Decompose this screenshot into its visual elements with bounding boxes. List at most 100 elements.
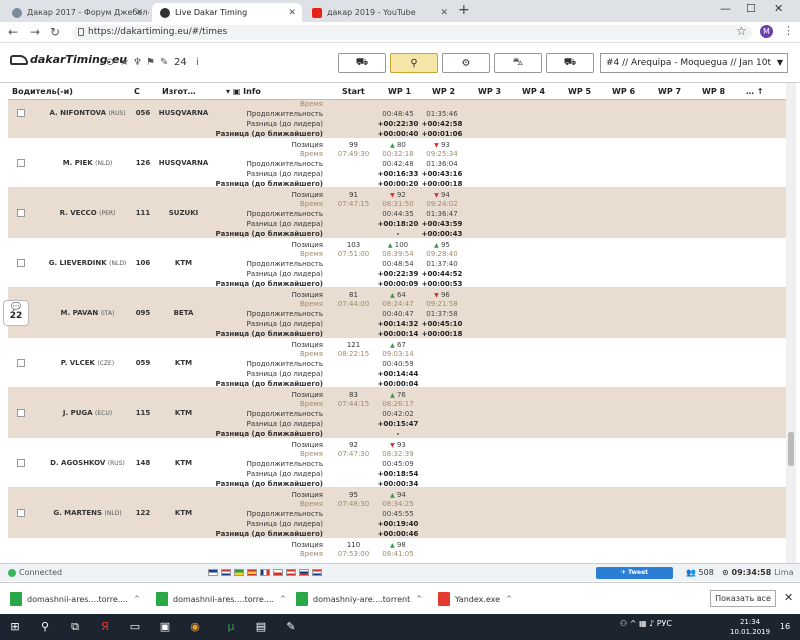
flag-icon[interactable] — [247, 569, 257, 576]
header-wp8[interactable]: WP 8 — [702, 87, 725, 96]
tab-close-icon[interactable]: ✕ — [135, 8, 143, 18]
back-icon[interactable]: ← — [8, 25, 18, 39]
forward-icon[interactable]: → — [30, 25, 40, 39]
search-icon[interactable]: ⚲ — [36, 618, 54, 636]
flag-icon[interactable]: ⚑ — [146, 57, 155, 68]
row-checkbox[interactable] — [17, 509, 25, 517]
tweet-button[interactable]: ✈ Tweet #DakarTiming — [596, 567, 673, 588]
truck-category-button[interactable]: ⛟ — [546, 53, 594, 73]
flag-icon[interactable] — [273, 569, 283, 576]
header-more[interactable]: … ↑ — [746, 87, 764, 96]
minimize-icon[interactable]: — — [720, 2, 731, 15]
moto-category-button[interactable]: ⚲ — [390, 53, 438, 73]
utorrent-icon[interactable]: μ — [222, 618, 240, 636]
flag-icon[interactable] — [234, 569, 244, 576]
header-wp5[interactable]: WP 5 — [568, 87, 591, 96]
volume-icon[interactable]: ♪ — [649, 619, 654, 628]
download-item[interactable]: domashniy-are....torrent ^ — [296, 591, 422, 607]
scrollbar[interactable] — [786, 83, 796, 563]
header-driver[interactable]: Водитель(-и) — [12, 87, 73, 96]
download-item[interactable]: domashnii-ares....torre.... ^ — [10, 591, 140, 607]
table-row[interactable]: DR. NOGALES COPA (BOL)066KTMПозицияВремя… — [8, 538, 786, 558]
header-wp3[interactable]: WP 3 — [478, 87, 501, 96]
url-input[interactable]: https://dakartiming.eu/#/times — [72, 25, 752, 40]
quad-category-button[interactable]: ⚙ — [442, 53, 490, 73]
row-checkbox[interactable] — [17, 159, 25, 167]
chevron-up-icon[interactable]: ^ — [506, 595, 512, 603]
header-manufacturer[interactable]: Изгот… — [162, 87, 196, 96]
header-wp1[interactable]: WP 1 — [388, 87, 411, 96]
download-item[interactable]: Yandex.exe ^ — [438, 591, 512, 607]
header-wp4[interactable]: WP 4 — [522, 87, 545, 96]
star-icon[interactable]: ★ — [120, 57, 129, 68]
maximize-icon[interactable]: ☐ — [746, 2, 756, 15]
table-row[interactable]: P. VLCEK (CZE) 059 KTM Позиция Время Продолжи… — [8, 338, 786, 388]
taskbar-clock[interactable]: 21:34 10.01.2019 — [730, 617, 770, 637]
yandex-browser-icon[interactable]: Я — [96, 618, 114, 636]
store-icon[interactable]: ▣ — [156, 618, 174, 636]
browser-tab-live-dakar-timing[interactable]: Live Dakar Timing ✕ — [152, 3, 302, 22]
header-number[interactable]: C — [134, 87, 140, 96]
header-start[interactable]: Start — [342, 87, 365, 96]
chevron-up-icon[interactable]: ^ — [280, 595, 286, 603]
sxs-category-button[interactable]: ⛍ — [494, 53, 542, 73]
window-close-icon[interactable]: ✕ — [774, 2, 783, 15]
table-row[interactable]: G. LIEVERDINK (NLD) 106 KTM Позиция Время Про… — [8, 238, 786, 288]
browser-tab-forum[interactable]: Дакар 2017 - Форум Джебел-хол ✕ — [4, 3, 149, 22]
browser-tab-youtube[interactable]: дакар 2019 - YouTube ✕ — [304, 3, 454, 22]
windows-start-icon[interactable]: ⊞ — [6, 618, 24, 636]
profile-avatar[interactable]: M — [760, 25, 773, 38]
reload-icon[interactable]: ↻ — [50, 25, 60, 39]
close-download-bar-icon[interactable]: ✕ — [784, 591, 793, 604]
bookmark-star-icon[interactable]: ☆ — [736, 24, 747, 38]
clock-icon[interactable]: ⊙ — [106, 57, 114, 68]
table-row[interactable]: J. PUGA (ECU) 115 KTM Позиция Время Продолжит… — [8, 388, 786, 438]
header-wp6[interactable]: WP 6 — [612, 87, 635, 96]
show-all-downloads-button[interactable]: Показать все — [710, 590, 776, 607]
chevron-up-icon[interactable]: ^ — [134, 595, 140, 603]
notifications-icon[interactable]: 16 — [776, 618, 794, 636]
download-item[interactable]: domashnii-ares....torre.... ^ — [156, 591, 286, 607]
language-indicator[interactable]: РУС — [657, 619, 672, 628]
chrome-icon[interactable]: ◉ — [186, 618, 204, 636]
flag-icon[interactable] — [299, 569, 309, 576]
trophy-icon[interactable]: ♆ — [133, 57, 142, 68]
flag-icon[interactable] — [260, 569, 270, 576]
chevron-up-icon[interactable]: ^ — [630, 619, 637, 628]
paint-icon[interactable]: ✎ — [282, 618, 300, 636]
header-wp7[interactable]: WP 7 — [658, 87, 681, 96]
chevron-up-icon[interactable]: ^ — [416, 595, 422, 603]
chat-icon[interactable]: ✎ — [160, 57, 168, 68]
network-icon[interactable]: ▦ — [639, 619, 647, 628]
folder-icon[interactable]: ▭ — [126, 618, 144, 636]
new-tab-button[interactable]: + — [458, 2, 470, 18]
table-row[interactable]: G. MARTENS (NLD) 122 KTM Позиция Время Продол… — [8, 488, 786, 538]
info-icon[interactable]: i — [196, 57, 199, 68]
flag-icon[interactable] — [286, 569, 296, 576]
tab-close-icon[interactable]: ✕ — [288, 8, 296, 18]
table-row[interactable]: M. PIEK (NLD) 126 HUSQVARNA Позиция Время Про… — [8, 138, 786, 188]
tab-close-icon[interactable]: ✕ — [440, 8, 448, 18]
person-icon[interactable]: ⚇ — [620, 619, 627, 628]
flag-icon[interactable] — [221, 569, 231, 576]
table-row[interactable]: R. VECCO (PER) 111 SUZUKI Позиция Время Продо… — [8, 188, 786, 238]
chat-badge[interactable]: 💬 22 — [3, 300, 29, 326]
row-checkbox[interactable] — [17, 359, 25, 367]
row-checkbox[interactable] — [17, 259, 25, 267]
flag-icon[interactable] — [208, 569, 218, 576]
network-app-icon[interactable]: ▤ — [252, 618, 270, 636]
row-checkbox[interactable] — [17, 409, 25, 417]
car-category-button[interactable]: ⛟ — [338, 53, 386, 73]
row-checkbox[interactable] — [17, 459, 25, 467]
header-info[interactable]: ▾ ▣ Info — [226, 87, 261, 96]
table-row[interactable]: M. PAVAN (ITA) 095 BETA Позиция Время Продолж… — [8, 288, 786, 338]
scrollbar-thumb[interactable] — [788, 432, 794, 466]
stage-select[interactable]: #4 // Arequipa - Moquegua // Jan 10t ▼ — [600, 53, 788, 73]
row-checkbox[interactable] — [17, 209, 25, 217]
header-wp2[interactable]: WP 2 — [432, 87, 455, 96]
browser-menu-icon[interactable]: ⋮ — [783, 24, 794, 37]
row-checkbox[interactable] — [17, 109, 25, 117]
task-view-icon[interactable]: ⧉ — [66, 618, 84, 636]
table-row[interactable]: A. NIFONTOVA (RUS)056HUSQVARNAПозицияВре… — [8, 100, 786, 138]
table-row[interactable]: D. AGOSHKOV (RUS) 148 KTM Позиция Время Продо… — [8, 438, 786, 488]
